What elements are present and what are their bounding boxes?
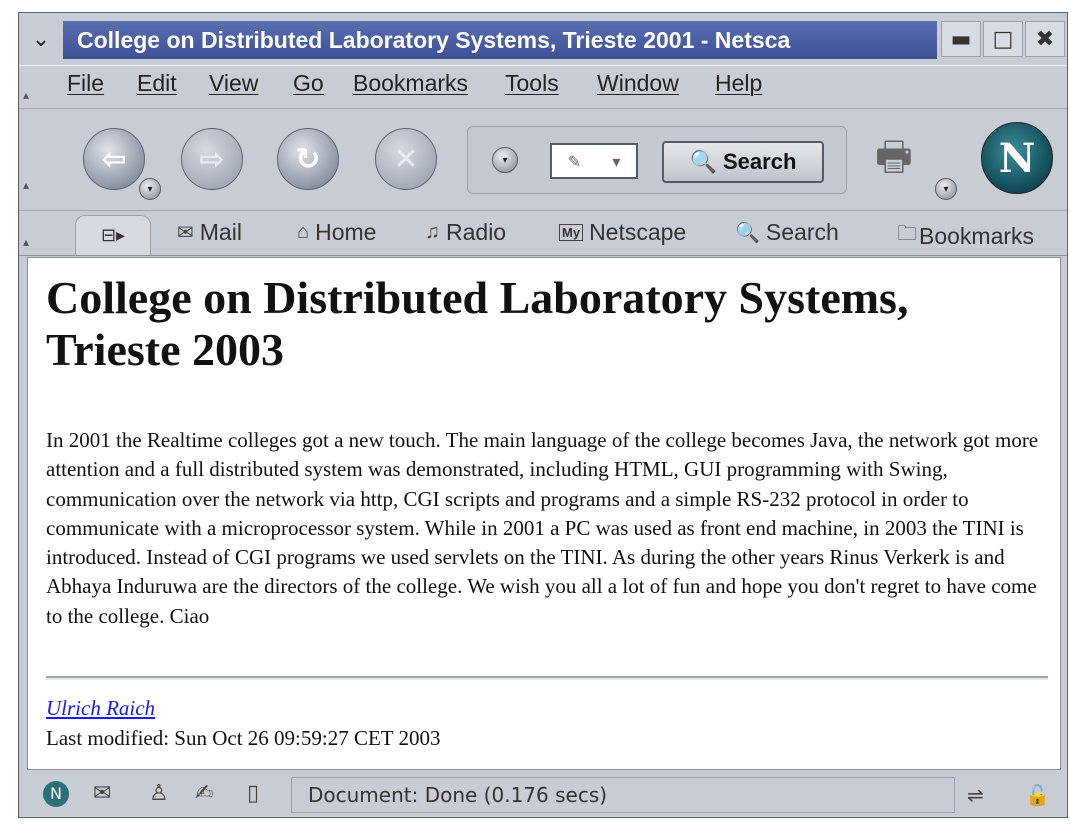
stop-icon: ✕ <box>393 141 419 177</box>
menu-bar: ▴ File Edit View Go Bookmarks Tools Wind… <box>19 65 1067 109</box>
netscape-logo-icon: N <box>998 134 1036 182</box>
search-button[interactable]: 🔍 Search <box>662 141 824 183</box>
menu-bookmarks[interactable]: Bookmarks <box>353 70 468 97</box>
tab-icon: ⊟▸ <box>100 225 126 246</box>
instant-messenger-icon[interactable]: ♙ <box>149 781 169 806</box>
back-arrow-icon: ⇦ <box>101 141 127 177</box>
print-button[interactable]: 🖶 <box>875 128 935 180</box>
browser-window: ⌄ College on Distributed Laboratory Syst… <box>18 12 1068 818</box>
url-dropdown-icon[interactable]: ▾ <box>612 152 620 171</box>
url-field[interactable]: ✎ ▾ <box>550 143 638 179</box>
toolbar-link-mail[interactable]: ✉ Mail <box>177 219 242 246</box>
status-bar: N ✉ ♙ ✍ ▯ Document: Done (0.176 secs) ⇌ … <box>19 773 1067 817</box>
stop-button[interactable]: ✕ <box>375 128 437 190</box>
composer-icon[interactable]: ✍ <box>195 781 213 806</box>
magnifier-icon: 🔍 <box>735 222 760 244</box>
navigation-toolbar: ▴ ⇦ ▾ ⇨ ↻ ✕ ▾ ✎ ▾ 🔍 Search 🖶 ▾ N <box>19 108 1067 211</box>
forward-arrow-icon: ⇨ <box>199 141 225 177</box>
chevron-down-icon: ⌄ <box>31 26 51 52</box>
title-bar: ⌄ College on Distributed Laboratory Syst… <box>19 13 1067 63</box>
status-text: Document: Done (0.176 secs) <box>291 777 955 813</box>
printer-icon: 🖶 <box>875 134 913 180</box>
toolbar-link-label: Bookmarks <box>919 222 1035 249</box>
window-title: College on Distributed Laboratory System… <box>63 21 937 59</box>
close-button[interactable]: ✖ <box>1025 21 1065 57</box>
author-link[interactable]: Ulrich Raich <box>46 696 155 721</box>
maximize-button[interactable]: □ <box>983 21 1023 57</box>
chevron-down-icon: ▾ <box>943 183 949 195</box>
toolbar-link-bookmarks[interactable]: 🗀 Bookmarks <box>897 219 1034 253</box>
toolbar-link-label: Mail <box>199 219 242 245</box>
reload-icon: ↻ <box>295 141 321 177</box>
toolbar-link-label: Home <box>315 219 377 245</box>
maximize-icon: □ <box>992 26 1014 52</box>
forward-button[interactable]: ⇨ <box>181 128 243 190</box>
magnifier-icon: 🔍 <box>689 149 717 174</box>
navigator-icon[interactable]: N <box>43 781 69 807</box>
page-heading: College on Distributed Laboratory System… <box>46 272 909 375</box>
toolbar-grip-icon[interactable]: ▴ <box>23 178 37 192</box>
menu-edit[interactable]: Edit <box>137 70 177 97</box>
envelope-icon: ✉ <box>177 222 194 244</box>
page-proxy-icon[interactable]: ✎ <box>568 152 581 171</box>
page-paragraph: In 2001 the Realtime colleges got a new … <box>46 428 1039 628</box>
toolbar-link-netscape[interactable]: My Netscape <box>559 219 686 246</box>
toolbar-link-label: Radio <box>446 219 507 245</box>
tab-personal-toolbar[interactable]: ⊟▸ <box>75 215 151 255</box>
music-note-icon: ♫ <box>425 221 440 243</box>
house-icon: ⌂ <box>297 221 310 243</box>
address-book-icon[interactable]: ▯ <box>247 781 259 806</box>
toolbar-link-home[interactable]: ⌂ Home <box>297 219 376 246</box>
menu-window[interactable]: Window <box>597 70 679 97</box>
menu-tools[interactable]: Tools <box>505 70 559 97</box>
toolbar-grip-icon[interactable]: ▴ <box>23 88 37 102</box>
last-modified-text: Last modified: Sun Oct 26 09:59:27 CET 2… <box>46 726 441 750</box>
minimize-icon: ▬ <box>950 26 972 52</box>
netscape-logo-button[interactable]: N <box>981 122 1053 194</box>
security-lock-icon[interactable]: 🔓 <box>1025 783 1050 807</box>
mail-icon[interactable]: ✉ <box>93 781 111 806</box>
my-icon: My <box>559 224 584 241</box>
toolbar-link-radio[interactable]: ♫ Radio <box>425 219 506 246</box>
url-history-dropdown[interactable]: ▾ <box>492 147 518 173</box>
menu-view[interactable]: View <box>209 70 258 97</box>
chevron-down-icon: ▾ <box>502 154 508 166</box>
menu-help[interactable]: Help <box>715 70 762 97</box>
search-button-label: Search <box>723 149 797 174</box>
menu-file[interactable]: File <box>67 70 104 97</box>
toolbar-link-label: Search <box>765 219 839 245</box>
online-status-icon[interactable]: ⇌ <box>967 783 984 807</box>
back-history-dropdown[interactable]: ▾ <box>139 178 161 200</box>
toolbar-link-label: Netscape <box>589 219 687 245</box>
toolbar-grip-icon[interactable]: ▴ <box>23 235 37 249</box>
url-bar-group: ▾ ✎ ▾ 🔍 Search <box>467 126 847 194</box>
horizontal-rule <box>46 676 1048 680</box>
window-menu-button[interactable]: ⌄ <box>23 21 59 57</box>
toolbar-link-search[interactable]: 🔍 Search <box>735 219 839 246</box>
personal-toolbar: ▴ ⊟▸ ✉ Mail ⌂ Home ♫ Radio My Netscape 🔍… <box>19 211 1067 256</box>
page-content: College on Distributed Laboratory System… <box>27 257 1061 770</box>
close-icon: ✖ <box>1035 26 1055 52</box>
folder-icon: 🗀 <box>897 223 917 245</box>
print-dropdown[interactable]: ▾ <box>935 178 957 200</box>
reload-button[interactable]: ↻ <box>277 128 339 190</box>
menu-go[interactable]: Go <box>293 70 324 97</box>
chevron-down-icon: ▾ <box>147 183 153 195</box>
minimize-button[interactable]: ▬ <box>941 21 981 57</box>
back-button[interactable]: ⇦ <box>83 128 145 190</box>
